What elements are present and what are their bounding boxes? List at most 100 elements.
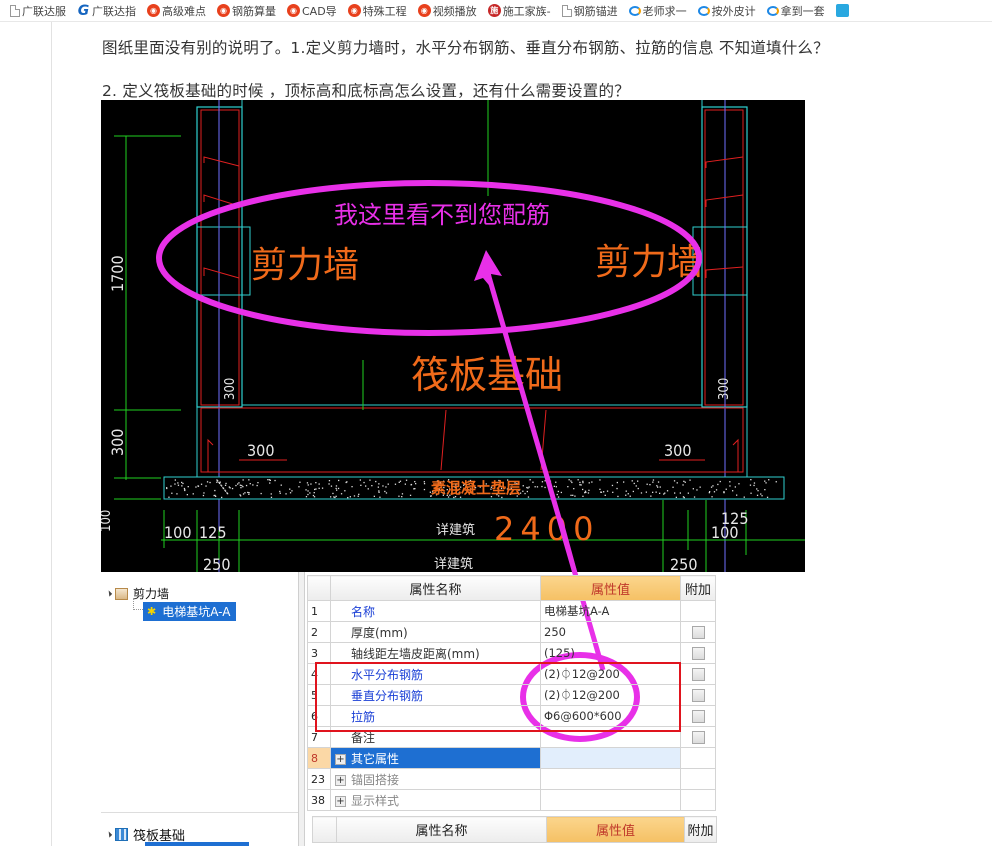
property-value[interactable]	[540, 747, 681, 769]
bookmark-1[interactable]: G 广联达指	[77, 3, 136, 19]
weibo-icon: ◉	[147, 4, 160, 17]
speckle-dot	[336, 489, 338, 491]
speckle-dot	[335, 495, 337, 497]
bookmark-9[interactable]: 老师求一	[628, 3, 687, 19]
property-value[interactable]: Φ6@600*600	[540, 705, 681, 727]
speckle-dot	[522, 485, 524, 487]
right-wall-rebar	[704, 109, 744, 406]
speckle-dot	[305, 496, 308, 498]
property-value[interactable]: (2)⏀12@200	[540, 684, 681, 706]
header-extra: 附加	[684, 816, 717, 843]
table-row[interactable]: 4 水平分布钢筋 (2)⏀12@200	[307, 663, 716, 685]
tree-node-elevator-pit-aa[interactable]: ✱ 电梯基坑A-A	[143, 602, 237, 621]
property-value[interactable]	[540, 789, 681, 811]
speckle-dot	[768, 479, 770, 481]
table-row[interactable]: 6 拉筋 Φ6@600*600	[307, 705, 716, 727]
speckle-dot	[219, 481, 221, 483]
speckle-dot	[378, 483, 380, 485]
bookmark-10[interactable]: 按外皮计	[697, 3, 756, 19]
tree-divider	[101, 812, 298, 824]
speckle-dot	[674, 492, 676, 494]
table-row-group-selected[interactable]: 8 + 其它属性	[307, 747, 716, 769]
speckle-dot	[528, 486, 530, 488]
tree-node-selected-partial[interactable]	[145, 842, 249, 846]
expand-icon[interactable]: +	[335, 795, 346, 807]
bookmark-12[interactable]	[835, 4, 851, 17]
speckle-dot	[633, 482, 635, 485]
speckle-dot	[689, 479, 691, 481]
extra-checkbox[interactable]	[691, 626, 705, 639]
speckle-dot	[650, 495, 652, 497]
bookmark-2[interactable]: ◉ 高级难点	[147, 3, 206, 19]
speckle-dot	[221, 485, 223, 487]
property-value[interactable]: 电梯基坑A-A	[540, 600, 681, 622]
speckle-dot	[616, 487, 618, 490]
bookmark-6[interactable]: ◉ 视频播放	[417, 3, 477, 19]
speckle-dot	[682, 484, 684, 486]
speckle-dot	[571, 481, 573, 484]
speckle-dot	[237, 483, 239, 485]
extra-checkbox[interactable]	[691, 689, 705, 702]
property-value[interactable]	[540, 726, 681, 748]
speckle-dot	[673, 480, 676, 482]
bookmark-0[interactable]: 广联达服	[10, 3, 66, 19]
raft-label: 筏板基础	[411, 353, 563, 397]
speckle-dot	[584, 492, 586, 494]
speckle-dot	[242, 493, 245, 495]
table-row[interactable]: 3 轴线距左墙皮距离(mm) (125)	[307, 642, 716, 664]
speckle-dot	[242, 479, 244, 481]
speckle-dot	[693, 496, 696, 498]
left-corner-bar	[207, 438, 214, 472]
speckle-dot	[335, 485, 338, 487]
cushion-label: 素混凝土垫层	[431, 479, 521, 497]
table-row[interactable]: 1 名称 电梯基坑A-A	[307, 600, 716, 622]
speckle-dot	[652, 481, 654, 483]
bookmark-7[interactable]: 施施工家族-	[487, 3, 551, 19]
table-row-group[interactable]: 23 + 锚固搭接	[307, 768, 716, 790]
ie-icon	[628, 5, 641, 16]
expand-icon[interactable]: +	[335, 774, 346, 786]
expand-icon[interactable]: +	[335, 753, 346, 765]
bookmark-4[interactable]: ◉ CAD导	[287, 3, 337, 19]
speckle-dot	[398, 481, 400, 483]
speckle-dot	[285, 493, 287, 495]
speckle-dot	[186, 494, 188, 496]
bookmark-5[interactable]: ◉ 特殊工程	[347, 3, 407, 19]
speckle-dot	[696, 489, 698, 491]
speckle-dot	[423, 481, 425, 483]
property-value[interactable]: (125)	[540, 642, 681, 664]
extra-checkbox[interactable]	[691, 647, 705, 660]
speckle-dot	[749, 484, 752, 486]
speckle-dot	[725, 488, 727, 490]
speckle-dot	[289, 492, 292, 494]
panel-splitter[interactable]	[298, 572, 305, 846]
speckle-dot	[247, 491, 249, 494]
speckle-dot	[379, 496, 381, 498]
bookmark-11[interactable]: 拿到一套	[766, 3, 825, 19]
property-group-name: + 锚固搭接	[330, 768, 541, 790]
collapse-arrow-icon[interactable]	[105, 590, 113, 597]
speckle-dot	[629, 495, 631, 497]
extra-checkbox[interactable]	[691, 668, 705, 681]
see-architecture-1: 详建筑	[436, 522, 475, 538]
property-value[interactable]: 250	[540, 621, 681, 643]
table-row[interactable]: 5 垂直分布钢筋 (2)⏀12@200	[307, 684, 716, 706]
extra-checkbox[interactable]	[691, 710, 705, 723]
dim-1700: 1700	[108, 255, 127, 292]
table-row-group[interactable]: 38 + 显示样式	[307, 789, 716, 811]
speckle-dot	[760, 493, 762, 495]
speckle-dot	[548, 483, 551, 485]
table-row[interactable]: 7 备注	[307, 726, 716, 748]
table-row[interactable]: 2 厚度(mm) 250	[307, 621, 716, 643]
bookmark-3[interactable]: ◉ 钢筋算量	[217, 3, 276, 19]
collapse-arrow-icon[interactable]	[105, 831, 113, 838]
bookmark-8[interactable]: 钢筋锚进	[561, 3, 618, 19]
property-value[interactable]: (2)⏀12@200	[540, 663, 681, 685]
speckle-dot	[765, 482, 767, 484]
speckle-dot	[270, 493, 272, 495]
speckle-dot	[663, 493, 665, 495]
speckle-dot	[385, 486, 387, 488]
extra-checkbox[interactable]	[691, 731, 705, 744]
speckle-dot	[659, 492, 661, 494]
property-value[interactable]	[540, 768, 681, 790]
